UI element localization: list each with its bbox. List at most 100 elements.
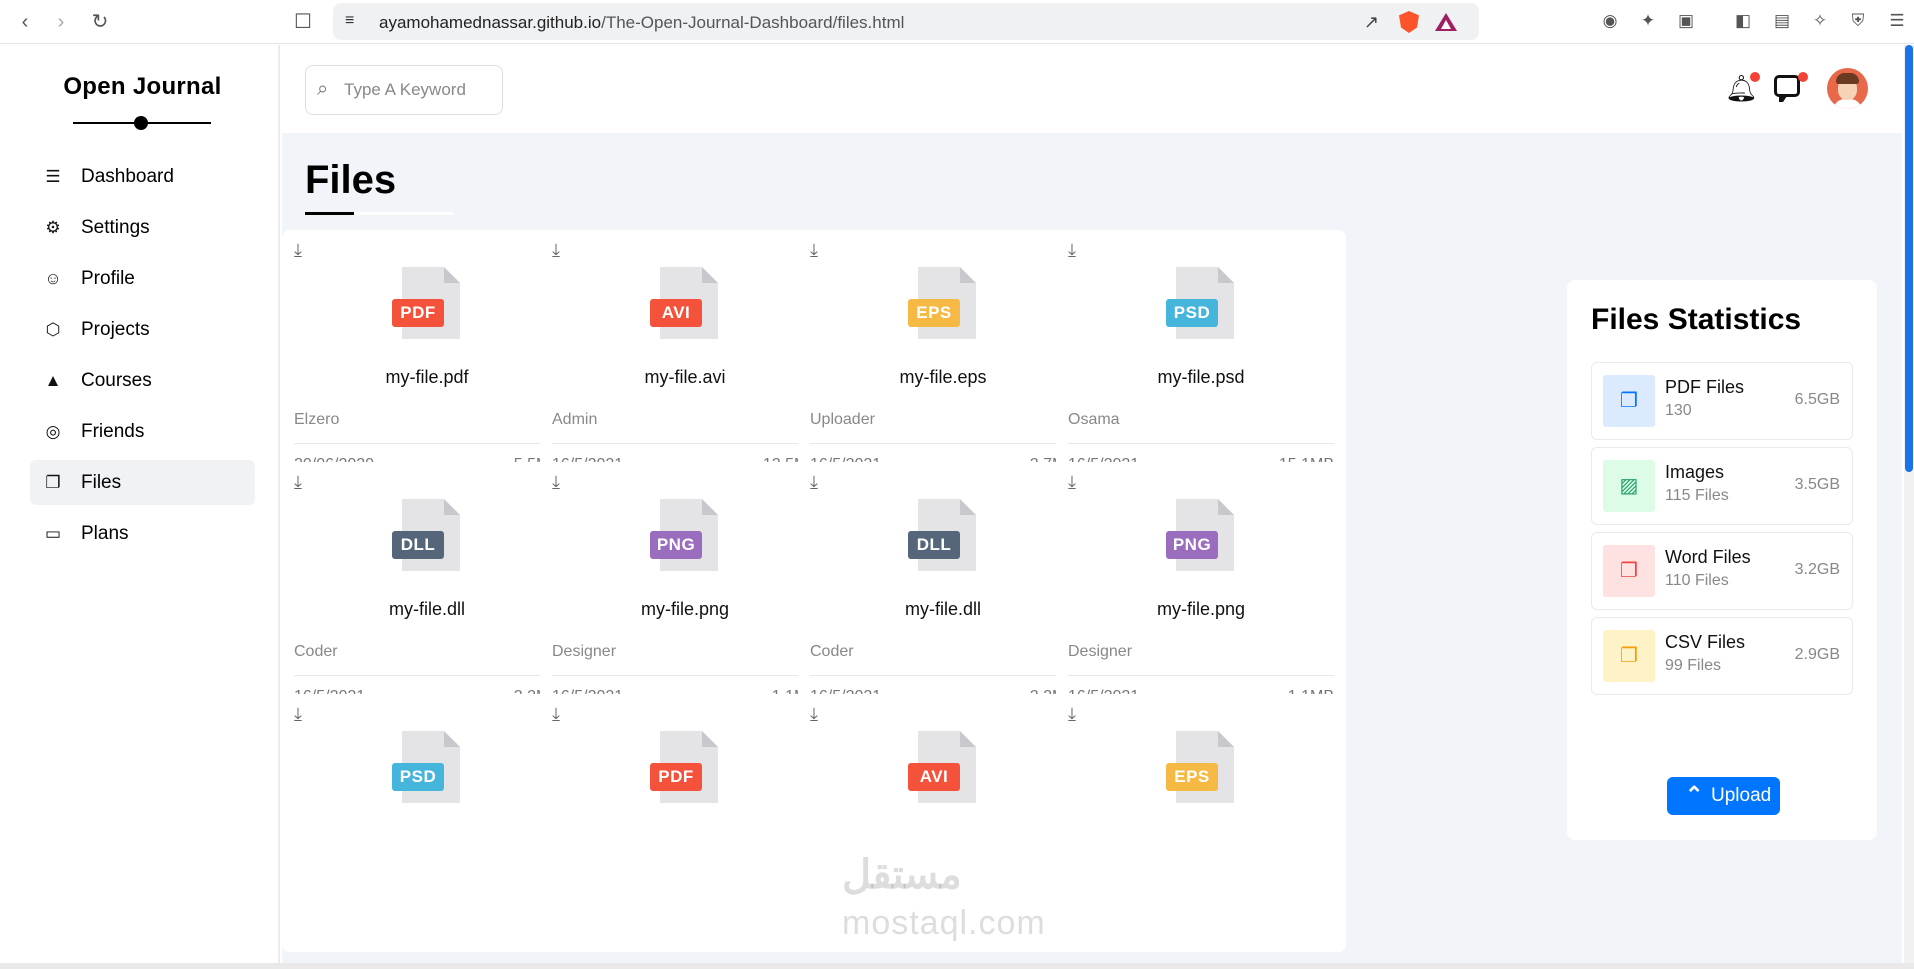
stat-row[interactable]: ❐ PDF Files 130 6.5GB [1591,362,1853,440]
stats-title: Files Statistics [1591,303,1802,336]
file-owner: Osama [1068,411,1120,428]
back-icon[interactable]: ‹ [12,9,38,35]
download-icon[interactable]: ⤓ [294,472,302,493]
image-file-icon: ▨ [1603,460,1655,512]
download-icon[interactable]: ⤓ [810,472,818,493]
stat-name: Images [1665,462,1725,482]
screenshot-icon[interactable]: ▣ [1675,10,1697,32]
card-divider [294,443,560,444]
share-icon[interactable]: ↗ [1364,12,1379,33]
card-divider [294,675,560,676]
file-name: my-file.pdf [385,367,469,387]
search-box[interactable]: ⌕ [305,65,503,115]
sidebar-item-files[interactable]: ❐ Files [30,460,255,505]
card-divider [810,443,1076,444]
avatar-hair [1836,73,1859,84]
sidebar-menu: ☰ Dashboard ⚙ Settings ☺ Profile ⬡ Projects ▲ Cou… [30,154,255,562]
search-input[interactable] [344,78,494,102]
user-icon: ☺ [44,268,62,288]
file-card[interactable]: ⤓PSDmy-file.psdOsama16/5/202115.1MB [1056,230,1346,488]
card-divider [552,443,818,444]
page-title: Files [305,158,397,202]
stat-count: 99 Files [1665,657,1722,674]
file-name: my-file.psd [1157,367,1245,387]
sidebar-item-label: Courses [81,369,152,391]
file-card[interactable]: ⤓DLLmy-file.dllCoder16/5/20212.2MB [282,462,572,720]
sidebar-toggle-icon[interactable]: ◧ [1732,10,1754,32]
sidebar-item-label: Projects [81,318,150,340]
credit-card-icon: ▭ [44,523,62,543]
download-icon[interactable]: ⤓ [552,472,560,493]
url-text[interactable]: ayamohamednassar.github.io/The-Open-Jour… [379,13,904,33]
brave-rewards-icon[interactable] [1435,13,1457,31]
leo-ai-icon[interactable]: ✧ [1809,10,1831,32]
download-icon[interactable]: ⤓ [810,240,818,261]
menu-icon[interactable]: ☰ [1886,10,1908,32]
download-icon[interactable]: ⤓ [1068,472,1076,493]
download-icon[interactable]: ⤓ [810,704,818,725]
file-card[interactable]: ⤓ PSD [282,694,572,952]
top-header: ⌕ 🔔︎ [282,45,1902,133]
download-icon[interactable]: ⤓ [294,240,302,261]
download-icon[interactable]: ⤓ [552,704,560,725]
card-divider [552,675,818,676]
wallet-icon[interactable]: ▤ [1771,10,1793,32]
download-icon[interactable]: ⤓ [294,704,302,725]
sidebar-item-courses[interactable]: ▲ Courses [30,358,255,403]
document-fold [1218,499,1234,515]
diagram-icon: ⬡ [45,319,61,339]
avatar[interactable] [1827,68,1868,109]
chart-bars-icon: ☰ [45,166,61,186]
extension-icon[interactable]: ◉ [1599,10,1621,32]
reload-icon[interactable]: ↻ [87,9,113,35]
sidebar-item-friends[interactable]: ◎ Friends [30,409,255,454]
file-card[interactable]: ⤓PDFmy-file.pdfElzero20/06/20205.5MB [282,230,572,488]
file-card[interactable]: ⤓PNGmy-file.pngDesigner16/5/20211.1MB [1056,462,1346,720]
sidebar-item-settings[interactable]: ⚙ Settings [30,205,255,250]
file-type-badge: PSD [1166,299,1218,327]
search-icon: ⌕ [317,78,329,100]
stat-row[interactable]: ▨ Images 115 Files 3.5GB [1591,447,1853,525]
scrollbar-thumb[interactable] [1905,45,1913,472]
puzzle-icon[interactable]: ✦ [1637,10,1659,32]
stat-row[interactable]: ❐ CSV Files 99 Files 2.9GB [1591,617,1853,695]
watermark-arabic: مستقل [842,853,962,897]
file-name: my-file.png [1156,599,1246,619]
bookmark-icon[interactable]: ☐ [290,9,316,35]
upload-button[interactable]: ⌃ Upload [1667,777,1780,815]
stat-size: 3.2GB [1794,561,1840,578]
file-name: my-file.eps [899,367,987,387]
stat-name: PDF Files [1665,377,1745,397]
upload-icon: ⌃ [1685,782,1704,807]
download-icon[interactable]: ⤓ [552,240,560,261]
file-card[interactable]: ⤓EPSmy-file.epsUploader16/5/20212.7MB [798,230,1088,488]
file-card[interactable]: ⤓AVImy-file.aviAdmin16/5/202112.5MB [540,230,830,488]
file-card[interactable]: ⤓ EPS [1056,694,1346,952]
file-type-badge: PDF [650,763,702,791]
download-icon[interactable]: ⤓ [1068,240,1076,261]
avatar-shirt [1833,99,1862,109]
site-settings-icon[interactable]: ≡ [345,12,354,30]
sidebar-item-label: Profile [81,267,135,289]
address-bar[interactable]: ≡ ayamohamednassar.github.io/The-Open-Jo… [333,3,1479,40]
brave-shields-icon[interactable] [1399,11,1419,33]
file-type-badge: PDF [392,299,444,327]
download-icon[interactable]: ⤓ [1068,704,1076,725]
stat-name: Word Files [1665,547,1751,567]
sidebar-item-profile[interactable]: ☺ Profile [30,256,255,301]
sidebar-item-label: Plans [81,522,129,544]
stat-count: 115 Files [1665,487,1729,504]
file-type-badge: DLL [908,531,960,559]
forward-icon[interactable]: › [48,9,74,35]
file-name: my-file.dll [904,599,981,619]
stat-size: 2.9GB [1794,646,1840,663]
vpn-icon[interactable]: ⛨ [1847,10,1869,32]
file-card[interactable]: ⤓ PDF [540,694,830,952]
file-card[interactable]: ⤓PNGmy-file.pngDesigner16/5/20211.1MB [540,462,830,720]
sidebar-item-projects[interactable]: ⬡ Projects [30,307,255,352]
sidebar-item-dashboard[interactable]: ☰ Dashboard [30,154,255,199]
file-card[interactable]: ⤓DLLmy-file.dllCoder16/5/20212.2MB [798,462,1088,720]
chat-icon[interactable] [1774,75,1800,102]
stat-row[interactable]: ❐ Word Files 110 Files 3.2GB [1591,532,1853,610]
sidebar-item-plans[interactable]: ▭ Plans [30,511,255,556]
